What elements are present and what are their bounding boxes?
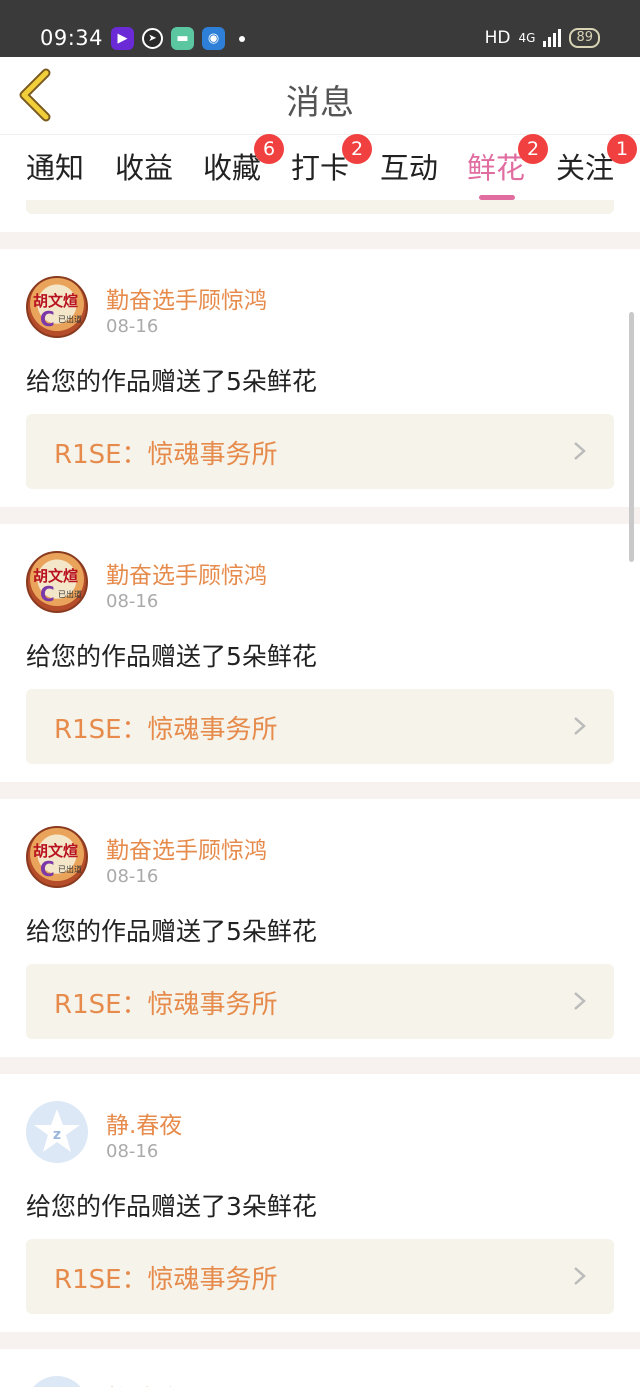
chevron-right-icon xyxy=(574,442,586,460)
message-date: 08-16 xyxy=(106,316,159,337)
tab-label: 打卡 xyxy=(291,151,350,185)
network-type: 4G xyxy=(518,31,536,45)
tab-label: 关注 xyxy=(556,151,615,185)
chevron-right-icon xyxy=(574,992,586,1010)
page-title: 消息 xyxy=(286,83,354,123)
tab-label: 通知 xyxy=(26,151,85,185)
chevron-right-icon xyxy=(574,717,586,735)
navigation-app-icon: ➤ xyxy=(142,28,163,49)
scrollbar[interactable] xyxy=(629,312,634,562)
message-date: 08-16 xyxy=(106,591,159,612)
unread-badge: 1 xyxy=(607,134,637,164)
tab-following[interactable]: 关注 1 xyxy=(556,134,637,187)
avatar[interactable]: 胡文煊 C 已出道 xyxy=(26,826,88,888)
work-link[interactable]: R1SE：惊魂事务所 xyxy=(26,1239,614,1314)
notification-icons: ▶ ➤ ▬ ◉ xyxy=(111,27,245,50)
avatar[interactable]: 胡文煊 C 已出道 xyxy=(26,551,88,613)
username[interactable]: 勤奋选手顾惊鸿 xyxy=(106,556,267,590)
tab-label: 收益 xyxy=(115,151,174,185)
unread-badge: 2 xyxy=(518,134,548,164)
work-title: R1SE：惊魂事务所 xyxy=(54,440,278,470)
unread-badge: 2 xyxy=(342,134,372,164)
username[interactable]: 静.春夜 xyxy=(106,1106,182,1140)
work-title: R1SE：惊魂事务所 xyxy=(54,715,278,745)
message-text: 给您的作品赠送了5朵鲜花 xyxy=(26,917,317,946)
hd-indicator: HD xyxy=(484,28,511,48)
tab-income[interactable]: 收益 xyxy=(115,145,173,187)
username[interactable]: 勤奋选手顾惊鸿 xyxy=(106,281,267,315)
work-title: R1SE：惊魂事务所 xyxy=(54,990,278,1020)
tab-interaction[interactable]: 互动 xyxy=(380,145,438,187)
status-bar: 09:34 ▶ ➤ ▬ ◉ HD 4G 89 xyxy=(0,0,640,57)
work-link[interactable]: R1SE：惊魂事务所 xyxy=(26,964,614,1039)
message-tabs: 通知 收益 收藏 6 打卡 2 互动 鲜花 2 关注 1 xyxy=(0,134,640,200)
work-link[interactable]: R1SE：惊魂事务所 xyxy=(26,414,614,489)
more-notifications-icon xyxy=(239,35,245,42)
browser-app-icon: ◉ xyxy=(202,27,225,50)
battery-icon: 89 xyxy=(569,28,600,48)
tab-flowers[interactable]: 鲜花 2 xyxy=(467,134,548,200)
video-app-icon: ▶ xyxy=(111,27,134,50)
status-time: 09:34 xyxy=(40,26,104,50)
message-app-icon: ▬ xyxy=(171,27,194,50)
signal-icon xyxy=(543,29,562,47)
username: 静.春夜 xyxy=(106,1379,182,1387)
avatar[interactable]: 胡文煊 C 已出道 xyxy=(26,276,88,338)
svg-text:z: z xyxy=(53,1127,61,1143)
message-date: 08-16 xyxy=(106,866,159,887)
chevron-right-icon xyxy=(574,1267,586,1285)
default-avatar xyxy=(26,1376,88,1387)
app-header: 消息 xyxy=(0,57,640,135)
tab-label: 互动 xyxy=(380,151,439,185)
message-text: 给您的作品赠送了5朵鲜花 xyxy=(26,642,317,671)
list-item[interactable]: 胡文煊 C 已出道 勤奋选手顾惊鸿 08-16 给您的作品赠送了5朵鲜花 R1S… xyxy=(0,524,640,782)
list-item[interactable]: 胡文煊 C 已出道 勤奋选手顾惊鸿 08-16 给您的作品赠送了5朵鲜花 R1S… xyxy=(0,799,640,1057)
list-item[interactable]: 胡文煊 C 已出道 勤奋选手顾惊鸿 08-16 给您的作品赠送了5朵鲜花 R1S… xyxy=(0,249,640,507)
default-avatar[interactable]: z xyxy=(26,1101,88,1163)
unread-badge: 6 xyxy=(254,134,284,164)
list-item-partial-top xyxy=(0,200,640,232)
tab-notice[interactable]: 通知 xyxy=(26,145,84,187)
message-text: 给您的作品赠送了3朵鲜花 xyxy=(26,1192,317,1221)
star-icon: z xyxy=(34,1109,80,1152)
work-title: R1SE：惊魂事务所 xyxy=(54,1265,278,1295)
message-text: 给您的作品赠送了5朵鲜花 xyxy=(26,367,317,396)
work-link[interactable]: R1SE：惊魂事务所 xyxy=(26,689,614,764)
list-item-partial-bottom[interactable]: 静.春夜 xyxy=(0,1349,640,1387)
username[interactable]: 勤奋选手顾惊鸿 xyxy=(106,831,267,865)
tab-favorites[interactable]: 收藏 6 xyxy=(203,134,284,187)
list-item[interactable]: z 静.春夜 08-16 给您的作品赠送了3朵鲜花 R1SE：惊魂事务所 xyxy=(0,1074,640,1332)
tab-label: 鲜花 xyxy=(467,151,526,185)
message-date: 08-16 xyxy=(106,1141,159,1162)
tab-label: 收藏 xyxy=(203,151,262,185)
tab-checkin[interactable]: 打卡 2 xyxy=(291,134,372,187)
